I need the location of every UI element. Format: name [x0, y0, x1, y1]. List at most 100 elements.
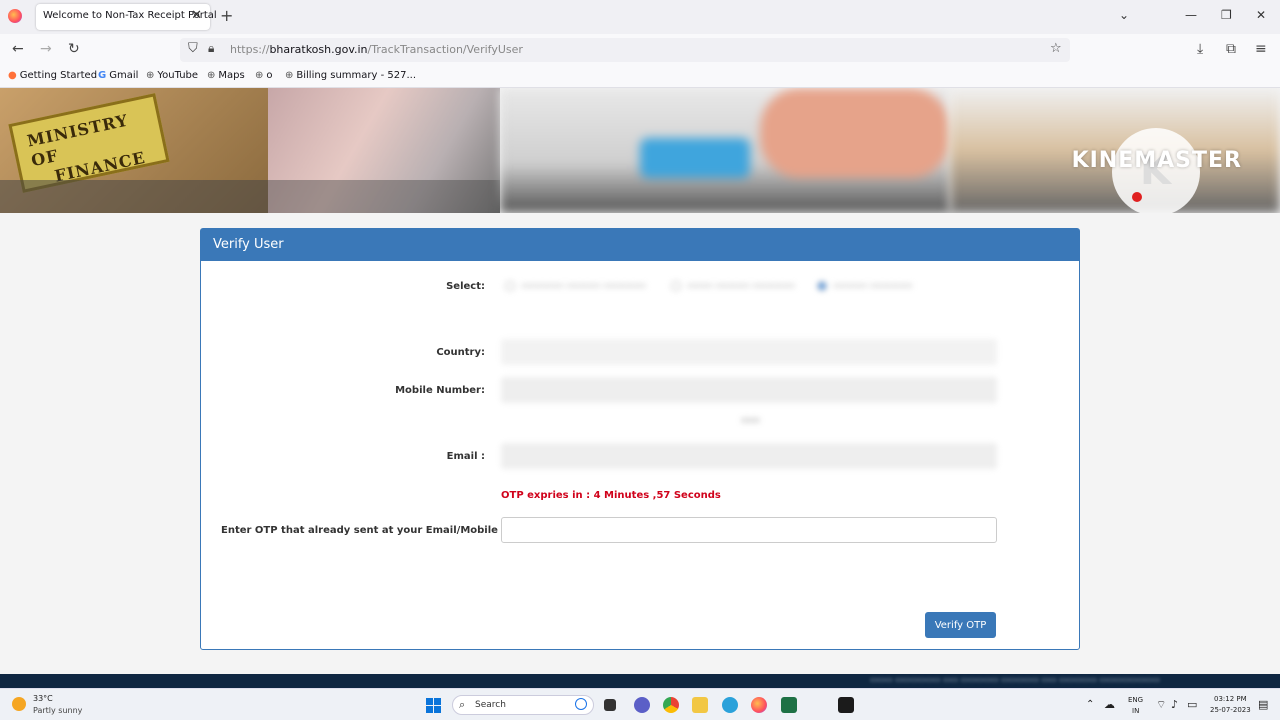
radio-option-3[interactable] [817, 281, 827, 291]
firefox-icon [8, 9, 22, 23]
banner-keyboard-image [500, 88, 950, 213]
radio-option-1[interactable] [505, 281, 515, 291]
telegram-icon[interactable] [722, 697, 738, 713]
bookmarks-toolbar: ● Getting Started G Gmail ⊕ YouTube ⊕ Maps ⊕… [0, 66, 1280, 88]
menu-icon[interactable]: ≡ [1255, 41, 1267, 57]
radio-option-2-label: ▭▭▭ ▭▭▭▭ ▭▭▭▭▭ [687, 281, 795, 291]
volume-icon[interactable]: ♪ [1171, 698, 1178, 711]
notifications-icon[interactable]: ▤ [1258, 698, 1268, 711]
shield-icon[interactable]: ⛉ [188, 41, 198, 56]
radio-option-1-label: ▭▭▭▭▭ ▭▭▭▭ ▭▭▭▭▭ [521, 281, 646, 291]
close-tab-icon[interactable]: ✕ [191, 8, 202, 23]
address-bar[interactable]: ⛉ 🔒︎ https://bharatkosh.gov.in/TrackTran… [180, 38, 1070, 62]
onedrive-icon[interactable]: ☁ [1104, 698, 1115, 711]
card-title: Verify User [213, 237, 284, 252]
close-window-icon[interactable]: ✕ [1256, 8, 1266, 22]
url-prefix: https:// [230, 43, 270, 56]
bookmark-label: Getting Started [19, 70, 98, 81]
list-tabs-icon[interactable]: ⌄ [1119, 8, 1129, 22]
radio-option-2[interactable] [671, 281, 681, 291]
select-radio-group: ▭▭▭▭▭ ▭▭▭▭ ▭▭▭▭▭ ▭▭▭ ▭▭▭▭ ▭▭▭▭▭ ▭▭▭▭ ▭▭▭… [501, 279, 941, 295]
downloads-icon[interactable]: ⤓ [1197, 41, 1203, 57]
task-view-icon[interactable] [604, 699, 616, 711]
bookmark-label: o [266, 70, 273, 81]
browser-tab-strip: Welcome to Non-Tax Receipt Portal ✕ + ⌄ … [0, 0, 1280, 34]
bookmark-getting-started[interactable]: ● Getting Started [8, 70, 97, 81]
header-banner: MINISTRY OF FINANCE K KINEMASTER [0, 88, 1280, 213]
bookmark-label: Maps [218, 70, 245, 81]
new-tab-icon[interactable]: + [220, 6, 233, 25]
back-icon[interactable]: ← [12, 41, 24, 57]
bookmark-label: Gmail [109, 70, 139, 81]
taskbar-search-box[interactable]: ⌕ Search [452, 695, 594, 715]
radio-option-3-label: ▭▭▭▭ ▭▭▭▭▭ [833, 281, 913, 291]
extensions-icon[interactable]: ⧉ [1226, 41, 1236, 57]
language-line1[interactable]: ENG [1128, 696, 1143, 704]
excel-icon[interactable] [781, 697, 797, 713]
globe-icon: ⊕ [146, 70, 155, 81]
chrome-icon[interactable] [663, 697, 679, 713]
bookmark-label: Billing summary - 527... [296, 70, 417, 81]
windows-taskbar: 33°C Partly sunny ⌕ Search ⌃ ☁ ENG IN ⌔ … [0, 688, 1280, 720]
banner-currency-image [268, 88, 500, 213]
verify-otp-button[interactable]: Verify OTP [925, 612, 996, 638]
url-host: bharatkosh.gov.in [269, 43, 368, 56]
globe-icon: ⊕ [207, 70, 216, 81]
otp-label: Enter OTP that already sent at your Emai… [221, 525, 498, 536]
bookmark-maps[interactable]: ⊕ Maps [207, 70, 245, 81]
minimize-icon[interactable]: — [1185, 8, 1197, 22]
card-header: Verify User [201, 229, 1079, 261]
ministry-sign: MINISTRY OF FINANCE [8, 93, 170, 193]
select-label: Select: [446, 281, 485, 292]
bookmark-o[interactable]: ⊕ o [255, 70, 273, 81]
globe-icon: ⊕ [285, 70, 294, 81]
chat-icon[interactable] [634, 697, 650, 713]
lock-icon[interactable]: 🔒︎ [208, 41, 214, 56]
mobile-number-label: Mobile Number: [395, 385, 485, 396]
show-hidden-icons-icon[interactable]: ⌃ [1086, 699, 1094, 710]
file-explorer-icon[interactable] [692, 697, 708, 713]
kinemaster-watermark: KINEMASTER [1071, 148, 1242, 173]
taskbar-search-label: Search [475, 700, 506, 710]
weather-icon[interactable] [12, 697, 26, 711]
email-field[interactable] [501, 443, 997, 469]
firefox-icon: ● [8, 70, 17, 81]
clock-time[interactable]: 03:12 PM [1214, 695, 1247, 703]
otp-input[interactable] [501, 517, 997, 543]
bookmark-star-icon[interactable]: ☆ [1050, 41, 1062, 56]
weather-temperature[interactable]: 33°C [33, 694, 53, 703]
or-separator: ▭▭ [741, 415, 760, 426]
wifi-icon[interactable]: ⌔ [1156, 698, 1166, 712]
language-line2[interactable]: IN [1132, 707, 1139, 715]
app-icon[interactable] [838, 697, 854, 713]
verify-user-card: Verify User Select: ▭▭▭▭▭ ▭▭▭▭ ▭▭▭▭▭ ▭▭▭… [200, 228, 1080, 650]
url-path: /TrackTransaction/VerifyUser [367, 43, 523, 56]
firefox-taskbar-icon[interactable] [751, 697, 767, 713]
country-select[interactable] [501, 339, 997, 365]
bookmark-youtube[interactable]: ⊕ YouTube [146, 70, 198, 81]
restore-icon[interactable]: ❐ [1221, 8, 1232, 22]
bookmark-billing-summary[interactable]: ⊕ Billing summary - 527... [285, 70, 416, 81]
page-content: MINISTRY OF FINANCE K KINEMASTER Verify … [0, 88, 1280, 688]
clock-date[interactable]: 25-07-2023 [1210, 706, 1251, 714]
globe-icon: ⊕ [255, 70, 264, 81]
url-text: https://bharatkosh.gov.in/TrackTransacti… [230, 43, 523, 56]
browser-tab[interactable]: Welcome to Non-Tax Receipt Portal ✕ [36, 4, 217, 30]
battery-icon[interactable]: ▭ [1187, 698, 1197, 711]
search-icon: ⌕ [459, 698, 466, 711]
reload-icon[interactable]: ↻ [68, 41, 80, 57]
bookmark-label: YouTube [157, 70, 199, 81]
navigation-bar: ← → ↻ ⛉ 🔒︎ https://bharatkosh.gov.in/Tra… [0, 34, 1280, 66]
mobile-number-field[interactable] [501, 377, 997, 403]
otp-expiry-text: OTP expries in : 4 Minutes ,57 Seconds [501, 490, 721, 501]
banner-ministry-image: MINISTRY OF FINANCE [0, 88, 268, 213]
forward-icon[interactable]: → [40, 41, 52, 57]
google-icon: G [98, 70, 107, 81]
email-label: Email : [446, 451, 485, 462]
footer-text: ▭▭▭ ▭▭▭▭▭▭ ▭▭ ▭▭▭▭▭ ▭▭▭▭▭ ▭▭ ▭▭▭▭▭ ▭▭▭▭▭… [870, 675, 1160, 684]
windows-start-icon[interactable] [426, 698, 441, 713]
weather-description[interactable]: Partly sunny [33, 706, 82, 715]
country-label: Country: [436, 347, 485, 358]
page-footer: ▭▭▭ ▭▭▭▭▭▭ ▭▭ ▭▭▭▭▭ ▭▭▭▭▭ ▭▭ ▭▭▭▭▭ ▭▭▭▭▭… [0, 674, 1280, 688]
bookmark-gmail[interactable]: G Gmail [98, 70, 138, 81]
